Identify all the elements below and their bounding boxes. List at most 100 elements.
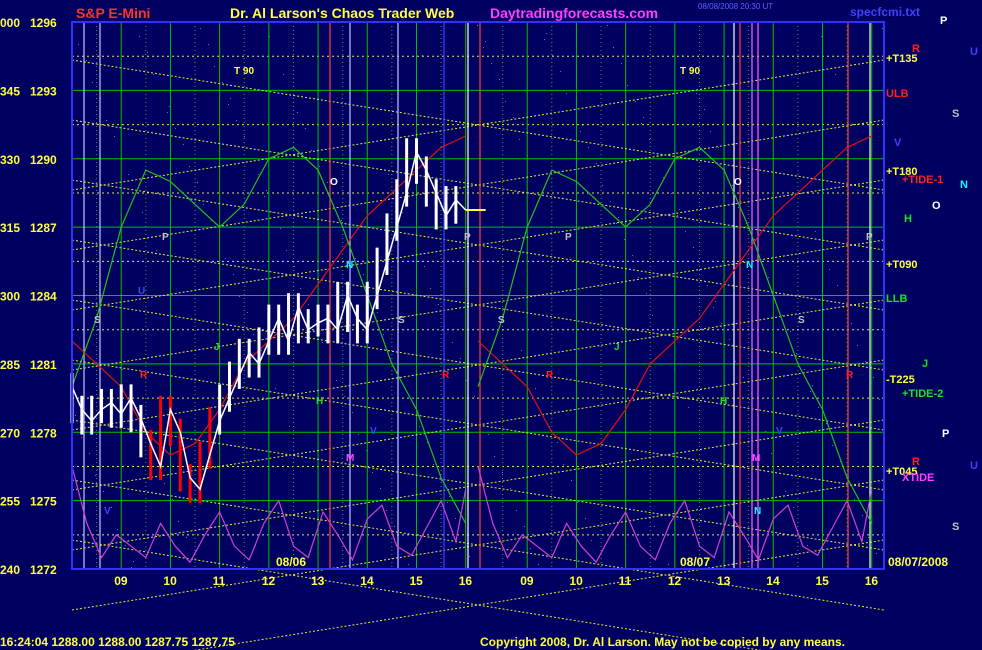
star-dot bbox=[114, 136, 115, 137]
star-dot bbox=[585, 518, 586, 519]
hour-tick-label: 15 bbox=[409, 574, 423, 588]
star-dot bbox=[588, 147, 589, 148]
star-dot bbox=[810, 391, 811, 392]
symbol-title: S&P E-Mini bbox=[76, 5, 150, 21]
star-dot bbox=[815, 231, 816, 232]
chart-letter: J bbox=[614, 342, 620, 353]
price-tick-label: 1290 bbox=[30, 153, 57, 167]
chart-letter: P bbox=[162, 232, 169, 243]
star-dot bbox=[469, 556, 470, 557]
chart-letter: H bbox=[720, 396, 727, 407]
star-dot bbox=[865, 361, 866, 362]
star-dot bbox=[627, 85, 628, 86]
star-dot bbox=[447, 502, 448, 503]
star-dot bbox=[546, 33, 547, 34]
star-dot bbox=[355, 258, 356, 259]
star-dot bbox=[632, 255, 633, 256]
planet-letter: V bbox=[894, 137, 902, 149]
star-dot bbox=[460, 358, 461, 359]
osc-tick-label: 315 bbox=[0, 221, 20, 235]
star-dot bbox=[607, 25, 608, 26]
star-dot bbox=[596, 163, 597, 164]
osc-tick-label: 255 bbox=[0, 495, 20, 509]
star-dot bbox=[388, 174, 389, 175]
star-dot bbox=[735, 361, 736, 362]
hour-tick-label: 11 bbox=[619, 574, 632, 588]
chart-letter: N bbox=[746, 260, 753, 271]
star-dot bbox=[602, 185, 603, 186]
star-dot bbox=[502, 472, 503, 473]
hour-tick-label: 15 bbox=[815, 574, 829, 588]
planet-letter: H bbox=[904, 213, 912, 225]
star-dot bbox=[873, 377, 874, 378]
star-dot bbox=[782, 315, 783, 316]
star-dot bbox=[677, 215, 678, 216]
star-dot bbox=[696, 93, 697, 94]
star-dot bbox=[699, 269, 700, 270]
right-label: LLB bbox=[886, 293, 907, 305]
star-dot bbox=[524, 526, 525, 527]
star-dot bbox=[97, 469, 98, 470]
chart-letter: S bbox=[798, 315, 805, 326]
star-dot bbox=[308, 304, 309, 305]
star-dot bbox=[513, 117, 514, 118]
site-link[interactable]: Daytradingforecasts.com bbox=[490, 5, 658, 21]
star-dot bbox=[613, 47, 614, 48]
date-label: 08/07 bbox=[680, 555, 710, 569]
star-dot bbox=[679, 209, 680, 210]
star-dot bbox=[352, 412, 353, 413]
star-dot bbox=[652, 315, 653, 316]
price-tick-label: 1287 bbox=[30, 221, 57, 235]
planet-letter: U bbox=[970, 460, 978, 472]
star-dot bbox=[635, 101, 636, 102]
chart-canvas: +T135ULB+T180+TIDE-1+T090LLB-T225+TIDE-2… bbox=[0, 2, 978, 650]
planet-letter: U bbox=[970, 46, 978, 58]
star-dot bbox=[754, 239, 755, 240]
star-dot bbox=[394, 526, 395, 527]
star-dot bbox=[169, 106, 170, 107]
data-file-name: specfcmi.txt bbox=[850, 5, 920, 19]
star-dot bbox=[485, 41, 486, 42]
star-dot bbox=[222, 82, 223, 83]
star-dot bbox=[616, 223, 617, 224]
star-dot bbox=[358, 434, 359, 435]
star-dot bbox=[111, 507, 112, 508]
star-dot bbox=[341, 220, 342, 221]
star-dot bbox=[369, 296, 370, 297]
star-dot bbox=[851, 323, 852, 324]
star-dot bbox=[707, 285, 708, 286]
copyright: Copyright 2008, Dr. Al Larson. May not b… bbox=[480, 635, 845, 649]
chart-letter: V bbox=[104, 506, 111, 517]
star-dot bbox=[258, 174, 259, 175]
star-dot bbox=[189, 166, 190, 167]
hour-tick-label: 12 bbox=[262, 574, 276, 588]
star-dot bbox=[383, 334, 384, 335]
star-dot bbox=[571, 480, 572, 481]
star-dot bbox=[203, 204, 204, 205]
osc-tick-label: 285 bbox=[0, 358, 20, 372]
star-dot bbox=[668, 564, 669, 565]
chart-letter: O bbox=[330, 177, 338, 188]
star-dot bbox=[272, 212, 273, 213]
star-dot bbox=[133, 561, 134, 562]
right-label: +TIDE-2 bbox=[902, 388, 943, 400]
star-dot bbox=[75, 415, 76, 416]
chart-letter: R bbox=[846, 370, 854, 381]
star-dot bbox=[566, 93, 567, 94]
star-dot bbox=[230, 98, 231, 99]
star-dot bbox=[147, 52, 148, 53]
star-dot bbox=[322, 342, 323, 343]
star-dot bbox=[128, 174, 129, 175]
chart-letter: O bbox=[734, 177, 742, 188]
price-tick-label: 1278 bbox=[30, 426, 57, 440]
star-dot bbox=[377, 312, 378, 313]
star-dot bbox=[300, 288, 301, 289]
star-dot bbox=[618, 217, 619, 218]
star-dot bbox=[671, 193, 672, 194]
star-dot bbox=[106, 120, 107, 121]
planet-letter: R bbox=[912, 43, 920, 55]
planet-letter: R bbox=[912, 456, 920, 468]
chart-letter: T 90 bbox=[234, 66, 254, 77]
star-dot bbox=[167, 112, 168, 113]
star-dot bbox=[78, 44, 79, 45]
